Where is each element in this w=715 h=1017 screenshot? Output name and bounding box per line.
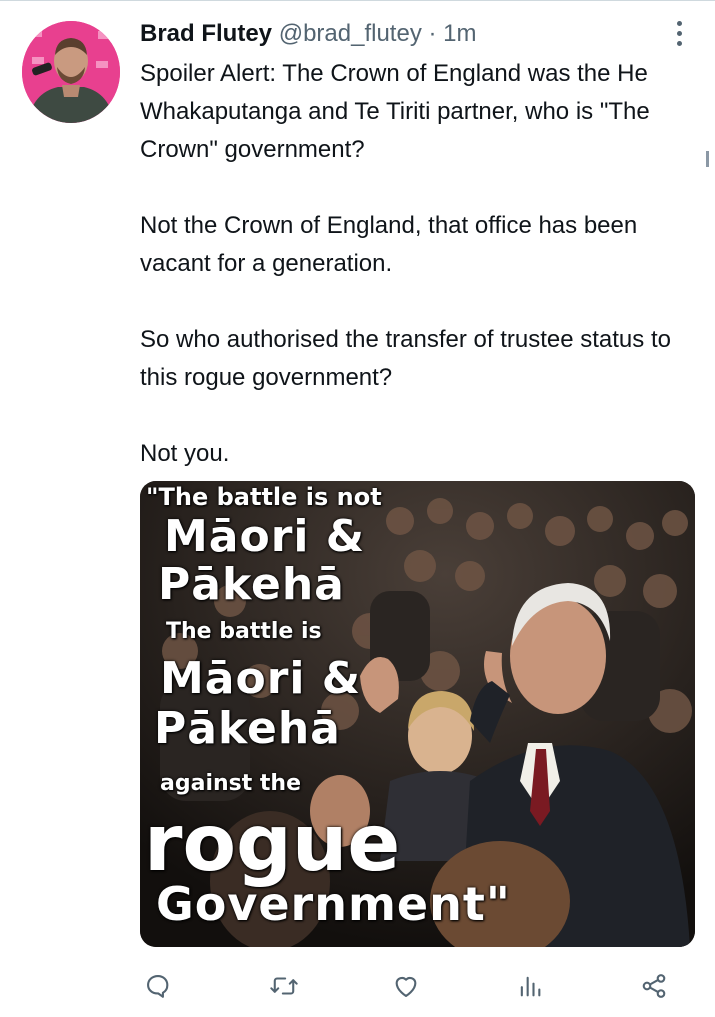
retweet-icon[interactable] [264, 966, 304, 1006]
bar-chart-icon[interactable] [510, 966, 550, 1006]
tweet-header: Brad Flutey @brad_flutey · 1m [140, 18, 477, 50]
tweet-image[interactable]: "The battle is not Māori & Pākehā The ba… [140, 481, 695, 947]
tweet-text: Spoiler Alert: The Crown of England was … [140, 55, 700, 473]
overlay-line: Pākehā [158, 559, 345, 610]
avatar[interactable] [22, 21, 120, 123]
overlay-line: rogue [144, 799, 401, 889]
author-name[interactable]: Brad Flutey [140, 20, 272, 47]
separator-dot: · [428, 20, 437, 47]
overlay-line: Government" [156, 877, 511, 931]
heart-icon[interactable] [386, 966, 426, 1006]
image-caption-overlay: "The battle is not Māori & Pākehā The ba… [140, 481, 695, 947]
scrollbar-thumb[interactable] [706, 151, 709, 167]
overlay-line: Māori & [164, 511, 366, 562]
overlay-line: "The battle is not [146, 483, 382, 511]
timestamp[interactable]: 1m [443, 20, 476, 47]
tweet-paragraph: Spoiler Alert: The Crown of England was … [140, 60, 650, 163]
tweet-paragraph: Not the Crown of England, that office ha… [140, 212, 638, 277]
reply-icon[interactable] [138, 966, 178, 1006]
overlay-line: Māori & [160, 653, 362, 704]
tweet-paragraph: Not you. [140, 440, 230, 467]
tweet-actions [140, 966, 700, 1006]
author-handle[interactable]: @brad_flutey [279, 20, 422, 47]
more-options-icon[interactable] [672, 20, 688, 48]
overlay-line: against the [160, 771, 302, 796]
tweet[interactable]: Brad Flutey @brad_flutey · 1m Spoiler Al… [0, 0, 715, 1017]
overlay-line: Pākehā [154, 703, 341, 754]
share-icon[interactable] [634, 966, 674, 1006]
tweet-paragraph: So who authorised the transfer of truste… [140, 326, 671, 391]
overlay-line: The battle is [166, 619, 322, 644]
